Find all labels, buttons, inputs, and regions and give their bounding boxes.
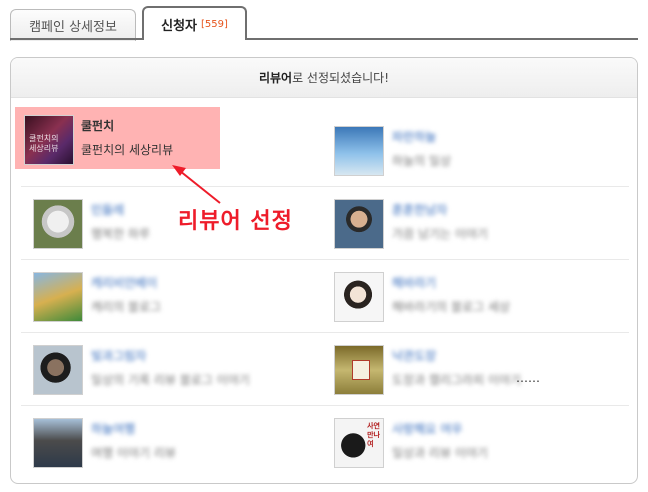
applicants-panel: 리뷰어로 선정되셨습니다! 쿨펀치의 세상리뷰 쿨펀치 쿨펀치의 세상리뷰 파란하… xyxy=(10,57,638,484)
tab-applicants[interactable]: 신청자 [559] xyxy=(142,6,247,40)
avatar[interactable]: 사연 만나 여 xyxy=(334,418,384,468)
applicant-name[interactable]: 훈훈한남자 xyxy=(392,201,447,218)
applicant-name[interactable]: 쿨펀치 xyxy=(81,117,114,134)
avatar[interactable] xyxy=(334,126,384,176)
panel-title: 리뷰어로 선정되셨습니다! xyxy=(11,58,637,98)
applicant-name[interactable]: 파란하늘 xyxy=(392,128,436,145)
applicant-name[interactable]: 민들레 xyxy=(91,201,124,218)
reviewer-selected-annotation: 리뷰어 선정 xyxy=(178,209,293,234)
blog-ellipsis: …… xyxy=(516,371,540,385)
tab-divider xyxy=(10,38,638,40)
applicant-name[interactable]: 사랑해요 여우 xyxy=(392,420,462,437)
applicant-card[interactable]: 파란하늘 하늘의 일상 xyxy=(326,120,606,180)
applicant-card[interactable]: 낙관도장 도장과 캘리그라피 이야기 …… xyxy=(326,339,606,399)
applicant-row: 하늘여행 여행 이야기 리뷰 사연 만나 여 사랑해요 여우 일상과 리뷰 이야기 xyxy=(21,406,629,479)
applicant-blog[interactable]: 도장과 캘리그라피 이야기 xyxy=(392,371,521,388)
applicant-card[interactable]: 해바라기 해바라기의 블로그 세상 xyxy=(326,266,606,326)
avatar[interactable] xyxy=(33,199,83,249)
tab-label: 캠페인 상세정보 xyxy=(29,20,117,35)
applicant-name[interactable]: 하늘여행 xyxy=(91,420,135,437)
applicant-grid: 쿨펀치의 세상리뷰 쿨펀치 쿨펀치의 세상리뷰 파란하늘 하늘의 일상 민들레 행… xyxy=(11,107,637,479)
applicant-blog[interactable]: 일상의 기록 리뷰 블로그 이야기 xyxy=(91,371,250,388)
panel-title-rest: 로 선정되셨습니다! xyxy=(292,71,390,85)
applicant-name[interactable]: 캐리비안베이 xyxy=(91,274,157,291)
applicant-row: 쿨펀치의 세상리뷰 쿨펀치 쿨펀치의 세상리뷰 파란하늘 하늘의 일상 xyxy=(15,107,629,187)
avatar[interactable] xyxy=(33,418,83,468)
panel-title-bold: 리뷰어 xyxy=(258,71,293,85)
applicant-blog[interactable]: 해바라기의 블로그 세상 xyxy=(392,298,510,315)
applicant-blog[interactable]: 하늘의 일상 xyxy=(392,152,451,169)
applicant-card-selected[interactable]: 쿨펀치의 세상리뷰 쿨펀치 쿨펀치의 세상리뷰 xyxy=(15,107,220,169)
avatar[interactable]: 쿨펀치의 세상리뷰 xyxy=(24,115,74,165)
avatar[interactable] xyxy=(334,345,384,395)
applicant-row: 민들레 행복한 하루 훈훈한남자 가끔 남기는 이야기 xyxy=(21,187,629,260)
tab-label: 신청자 xyxy=(161,18,197,34)
applicant-card[interactable]: 캐리비안베이 캐리의 블로그 xyxy=(25,266,305,326)
avatar[interactable] xyxy=(334,199,384,249)
applicant-blog[interactable]: 행복한 하루 xyxy=(91,225,150,242)
avatar[interactable] xyxy=(334,272,384,322)
applicant-name[interactable]: 해바라기 xyxy=(392,274,436,291)
applicant-card[interactable]: 사연 만나 여 사랑해요 여우 일상과 리뷰 이야기 xyxy=(326,412,606,472)
applicant-row: 빛과그림자 일상의 기록 리뷰 블로그 이야기 낙관도장 도장과 캘리그라피 이… xyxy=(21,333,629,406)
applicant-blog[interactable]: 쿨펀치의 세상리뷰 xyxy=(81,141,173,158)
avatar[interactable] xyxy=(33,345,83,395)
applicant-blog[interactable]: 여행 이야기 리뷰 xyxy=(91,444,176,461)
tab-bar: 캠페인 상세정보 신청자 [559] xyxy=(0,0,648,42)
applicant-card[interactable]: 빛과그림자 일상의 기록 리뷰 블로그 이야기 xyxy=(25,339,305,399)
applicant-name[interactable]: 낙관도장 xyxy=(392,347,436,364)
applicant-blog[interactable]: 가끔 남기는 이야기 xyxy=(392,225,488,242)
applicant-name[interactable]: 빛과그림자 xyxy=(91,347,146,364)
applicant-card[interactable]: 훈훈한남자 가끔 남기는 이야기 xyxy=(326,193,606,253)
applicant-card[interactable]: 하늘여행 여행 이야기 리뷰 xyxy=(25,412,305,472)
avatar[interactable] xyxy=(33,272,83,322)
applicant-count-badge: [559] xyxy=(201,18,228,30)
applicant-row: 캐리비안베이 캐리의 블로그 해바라기 해바라기의 블로그 세상 xyxy=(21,260,629,333)
tab-campaign-details[interactable]: 캠페인 상세정보 xyxy=(10,9,136,41)
applicant-blog[interactable]: 일상과 리뷰 이야기 xyxy=(392,444,488,461)
applicant-blog[interactable]: 캐리의 블로그 xyxy=(91,298,161,315)
